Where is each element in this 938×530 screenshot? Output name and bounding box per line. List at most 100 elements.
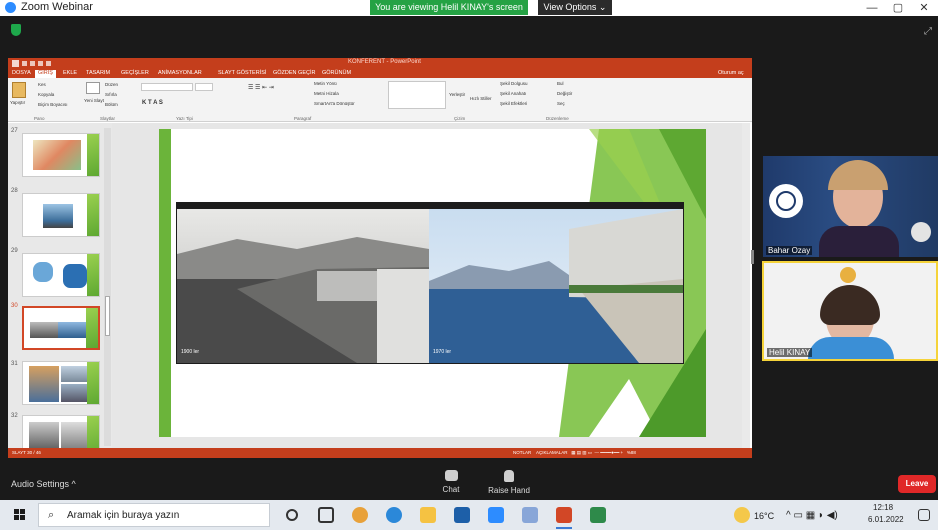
slide-thumbnail[interactable]	[22, 253, 100, 297]
reset-button[interactable]: Sıfırla	[105, 92, 117, 97]
zoom-taskbar-icon[interactable]	[488, 507, 504, 523]
cut-button[interactable]: Kes	[38, 82, 46, 87]
view-options-button[interactable]: View Options ⌄	[538, 0, 612, 15]
slide-thumbnail-selected[interactable]	[22, 306, 100, 350]
mail-icon[interactable]	[454, 507, 470, 523]
tab-dosya[interactable]: DOSYA	[12, 70, 31, 76]
thumbnail-photo	[29, 422, 59, 448]
comments-button[interactable]: AÇIKLAMALAR	[536, 450, 568, 455]
paste-label[interactable]: Yapıştır	[10, 100, 25, 105]
thumbnail-clock-tower-image	[43, 204, 73, 228]
format-painter-button[interactable]: Biçim Boyacısı	[38, 102, 68, 107]
select-button[interactable]: Seç	[557, 101, 565, 106]
photo-izmir-1970	[429, 209, 683, 363]
section-button[interactable]: Bölüm	[105, 102, 118, 107]
notes-button[interactable]: NOTLAR	[513, 450, 531, 455]
quick-styles-button[interactable]: Hızlı Stiller	[470, 96, 492, 101]
windows-start-icon[interactable]	[14, 509, 25, 520]
maximize-button[interactable]: ▢	[886, 0, 910, 16]
slide-vertical-scrollbar[interactable]	[742, 123, 750, 448]
minimize-button[interactable]: —	[860, 0, 884, 16]
tab-gorunum[interactable]: GÖRÜNÜM	[322, 70, 351, 76]
search-icon: ⌕	[48, 509, 55, 521]
fullscreen-expand-icon[interactable]: ⤢	[924, 26, 932, 37]
list-buttons[interactable]: ☰ ☰ ⇤ ⇥	[248, 84, 274, 91]
window-titlebar: Zoom Webinar You are viewing Helil KINAY…	[0, 0, 938, 16]
sign-in-link[interactable]: Oturum aç	[718, 70, 744, 76]
thumbnail-map-image	[33, 262, 53, 282]
font-style-buttons[interactable]: K T A S	[142, 100, 163, 106]
thumbnail-green-accent	[87, 416, 99, 448]
slide-thumbnail[interactable]	[22, 193, 100, 237]
system-tray-icons[interactable]: ^ ▭ ▦ ◗ ◀)	[786, 510, 838, 521]
thumbnail-map-image	[63, 264, 87, 288]
edge-icon[interactable]	[386, 507, 402, 523]
leave-button[interactable]: Leave	[898, 475, 936, 493]
find-button[interactable]: Bul	[557, 81, 564, 86]
thumbnail-scrollbar[interactable]	[104, 128, 111, 446]
chrome-icon[interactable]	[352, 507, 368, 523]
paste-icon[interactable]	[12, 82, 26, 98]
clock-time[interactable]: 12:18	[873, 503, 893, 512]
ppt-ribbon: Yapıştır Kes Kopyala Biçim Boyacısı Yeni…	[8, 78, 752, 122]
shape-effects-button[interactable]: Şekil Efektleri	[500, 101, 527, 106]
zoom-app-icon	[5, 2, 16, 13]
participant-hair	[820, 285, 880, 325]
raise-hand-button[interactable]: Raise Hand	[484, 470, 534, 495]
tab-giris[interactable]: GİRİŞ	[35, 70, 56, 78]
tab-slayt-gosterisi[interactable]: SLAYT GÖSTERİSİ	[218, 70, 266, 76]
tab-ekle[interactable]: EKLE	[63, 70, 77, 76]
zoom-level[interactable]: %88	[627, 450, 636, 455]
video-tile-bahar-ozay[interactable]: Bahar Ozay	[763, 156, 938, 257]
thumb-number: 28	[11, 188, 18, 194]
weather-icon[interactable]	[734, 507, 750, 523]
arrange-button[interactable]: Yerleştir	[449, 92, 465, 97]
search-placeholder: Aramak için buraya yazın	[67, 510, 180, 521]
tab-gozden-gecir[interactable]: GÖZDEN GEÇİR	[273, 70, 315, 76]
group-label-yazi-tipi: Yazı Tipi	[176, 116, 193, 121]
encryption-shield-icon[interactable]	[11, 24, 21, 36]
thumbnail-scroll-thumb[interactable]	[105, 296, 110, 336]
video-tile-helil-kinay[interactable]: Helil KINAY	[762, 261, 938, 361]
font-name-select[interactable]	[141, 83, 193, 91]
participant-name: Bahar Ozay	[766, 246, 813, 255]
cortana-icon[interactable]	[286, 509, 298, 521]
slide-thumbnail[interactable]	[22, 133, 100, 177]
shape-outline-button[interactable]: Şekil Anahatı	[500, 91, 526, 96]
tab-animasyonlar[interactable]: ANİMASYONLAR	[158, 70, 202, 76]
tab-tasarim[interactable]: TASARIM	[86, 70, 110, 76]
powerpoint-icon[interactable]	[556, 507, 572, 523]
replace-button[interactable]: Değiştir	[557, 91, 572, 96]
slide-thumbnail[interactable]	[22, 361, 100, 405]
participant-body	[819, 226, 899, 257]
new-slide-label[interactable]: Yeni Slayt	[84, 98, 104, 103]
layout-button[interactable]: Düzen	[105, 82, 118, 87]
notifications-icon[interactable]	[918, 509, 930, 521]
excel-icon[interactable]	[590, 507, 606, 523]
smartart-button[interactable]: SmartArt'a Dönüştür	[314, 101, 355, 106]
clock-date[interactable]: 6.01.2022	[868, 515, 904, 524]
shapes-gallery[interactable]	[388, 81, 446, 109]
chat-button[interactable]: Chat	[426, 470, 476, 494]
temperature[interactable]: 16°C	[754, 511, 774, 521]
status-controls[interactable]: NOTLAR AÇIKLAMALAR ▦ ▤ ▥ ▭ — ━━━━●━━ + %…	[513, 450, 636, 456]
paint-icon[interactable]	[522, 507, 538, 523]
close-button[interactable]: ✕	[912, 0, 936, 16]
current-slide[interactable]: 1900 ler 1970 ler	[159, 129, 706, 437]
thumb-number: 31	[11, 361, 18, 367]
panel-resize-handle[interactable]	[751, 250, 754, 264]
new-slide-icon[interactable]	[86, 82, 100, 94]
task-view-icon[interactable]	[318, 507, 334, 523]
font-size-select[interactable]	[195, 83, 213, 91]
copy-button[interactable]: Kopyala	[38, 92, 54, 97]
file-explorer-icon[interactable]	[420, 507, 436, 523]
text-direction-button[interactable]: Metin Yönü	[314, 81, 337, 86]
align-text-button[interactable]: Metni Hizala	[314, 91, 339, 96]
tab-gecisler[interactable]: GEÇİŞLER	[121, 70, 149, 76]
quick-access-toolbar[interactable]	[12, 60, 72, 67]
shape-fill-button[interactable]: Şekil Dolgusu	[500, 81, 528, 86]
taskbar-search-input[interactable]: ⌕ Aramak için buraya yazın	[38, 503, 270, 527]
group-label-paragraf: Paragraf	[294, 116, 312, 121]
slide-thumbnail[interactable]	[22, 415, 100, 448]
audio-settings-button[interactable]: Audio Settings ^	[11, 479, 76, 489]
